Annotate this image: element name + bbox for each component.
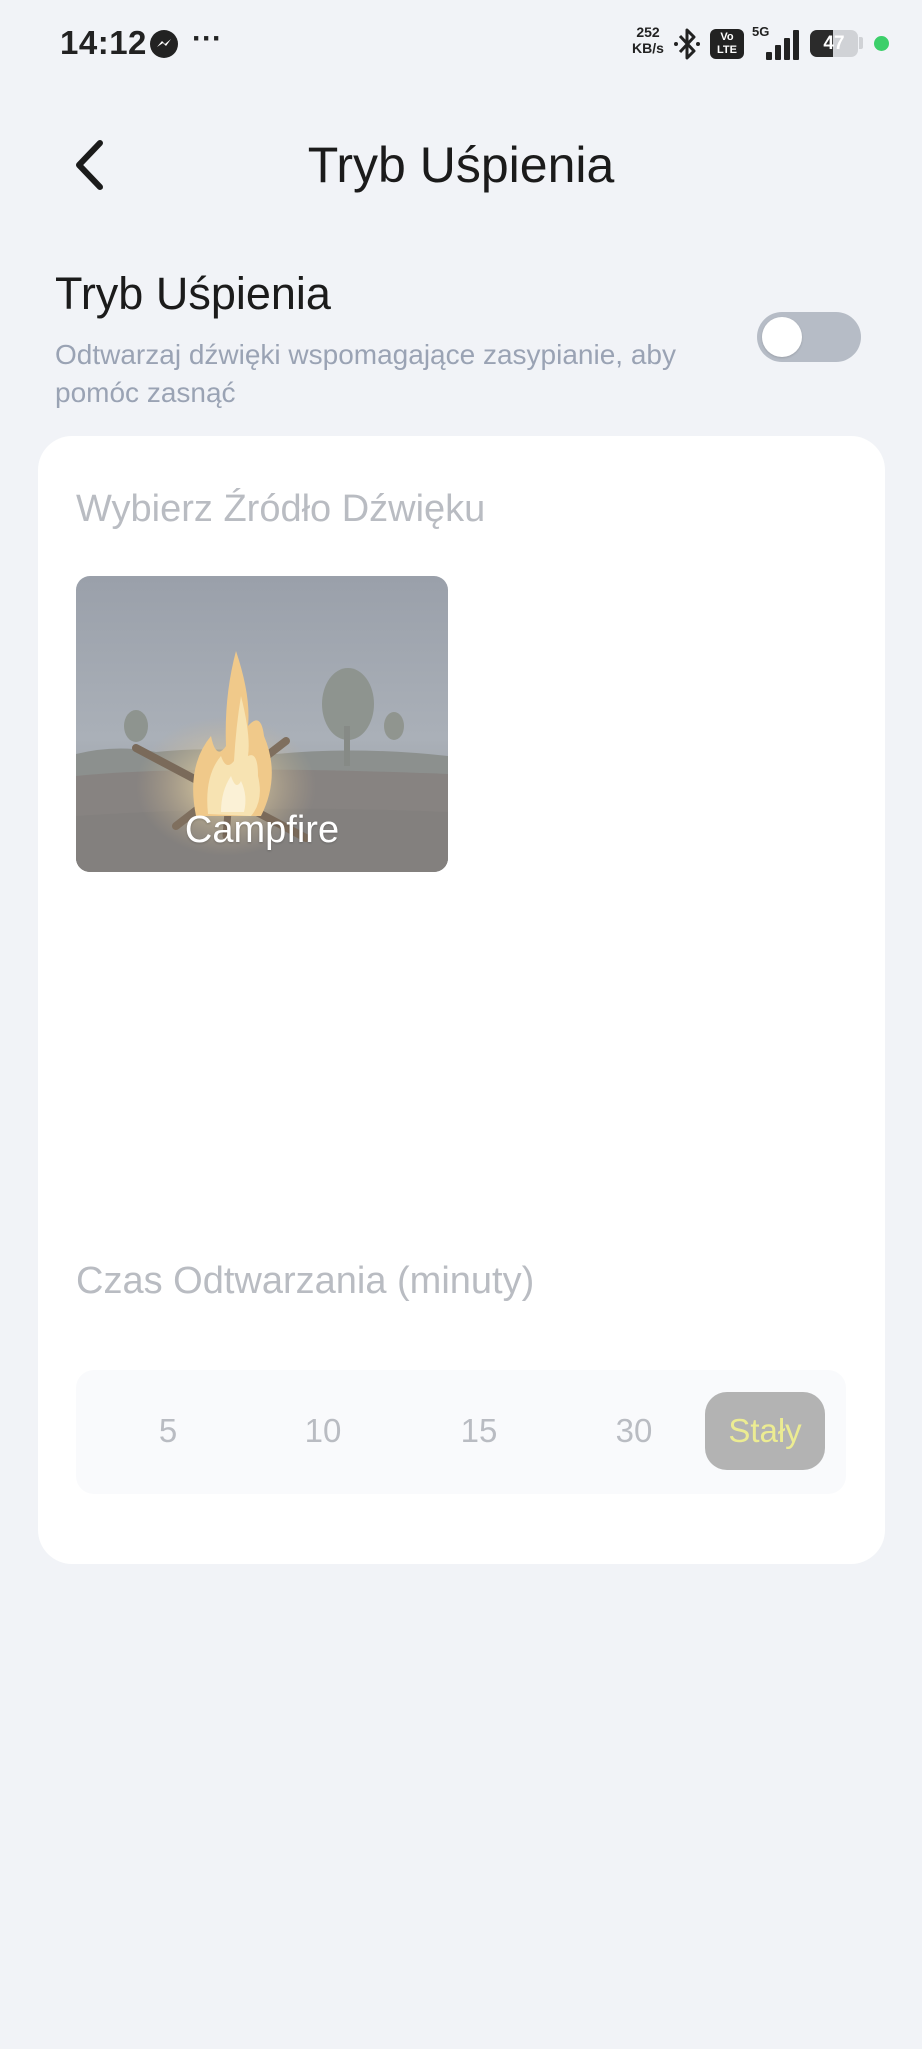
- sleep-mode-description: Odtwarzaj dźwięki wspomagające zasypiani…: [55, 339, 676, 408]
- status-bar: 14:12 ··· 252 KB/s Vo LTE 5G 47: [0, 0, 922, 90]
- privacy-indicator-dot: [874, 36, 889, 51]
- toggle-knob: [762, 317, 802, 357]
- more-notifications-icon: ···: [192, 22, 222, 55]
- duration-label: Czas Odtwarzania (minuty): [76, 1260, 535, 1302]
- sleep-mode-title: Tryb Uśpienia: [55, 268, 331, 319]
- duration-option-5[interactable]: 5: [123, 1392, 213, 1470]
- network-speed-unit: KB/s: [632, 40, 664, 56]
- duration-option-15[interactable]: 15: [434, 1392, 524, 1470]
- duration-option-permanent[interactable]: Stały: [705, 1392, 825, 1470]
- sound-source-label: Wybierz Źródło Dźwięku: [76, 488, 486, 530]
- page-title: Tryb Uśpienia: [307, 137, 615, 193]
- sleep-mode-toggle[interactable]: [757, 312, 861, 362]
- status-time: 14:12: [60, 24, 147, 61]
- volte-line1: Vo: [720, 31, 734, 43]
- volte-line2: LTE: [717, 44, 737, 56]
- battery-level: 47: [823, 33, 845, 54]
- sound-tile-campfire[interactable]: Campfire: [76, 576, 448, 872]
- bluetooth-icon: [672, 27, 702, 66]
- settings-card: Wybierz Źródło Dźwięku Campfire Czas Odt…: [38, 436, 885, 1564]
- battery-tip: [859, 37, 863, 49]
- sleep-mode-screen: 14:12 ··· 252 KB/s Vo LTE 5G 47 Tryb Uśp…: [0, 0, 922, 2049]
- network-type: 5G: [752, 24, 770, 39]
- battery-icon: 47: [810, 30, 858, 57]
- network-speed-value: 252: [636, 24, 660, 40]
- volte-icon: Vo LTE: [710, 29, 744, 59]
- duration-option-10[interactable]: 10: [278, 1392, 368, 1470]
- sound-tile-label: Campfire: [184, 809, 340, 851]
- messenger-icon: [150, 30, 178, 58]
- signal-icon: 5G: [752, 24, 802, 60]
- network-speed: 252 KB/s: [628, 24, 668, 56]
- duration-selector: 5 10 15 30 Stały: [76, 1370, 846, 1494]
- duration-option-30[interactable]: 30: [589, 1392, 679, 1470]
